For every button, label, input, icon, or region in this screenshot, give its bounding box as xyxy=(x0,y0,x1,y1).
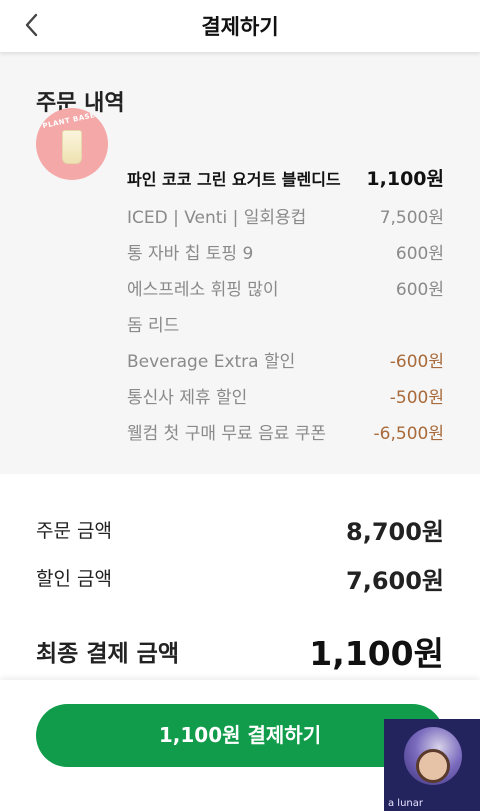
discount-amount: -6,500원 xyxy=(373,424,444,444)
option-row: ICED | Venti | 일회용컵 7,500원 xyxy=(127,203,444,228)
discount-row: Beverage Extra 할인 -600원 xyxy=(127,347,444,372)
discount-label: 웰컴 첫 구매 무료 음료 쿠폰 xyxy=(127,424,327,444)
product-name: 파인 코코 그린 요거트 블렌디드 xyxy=(127,170,341,189)
option-row: 돔 리드 xyxy=(127,311,444,336)
final-amount-value: 1,100원 xyxy=(309,634,444,673)
order-amount-label: 주문 금액 xyxy=(36,520,112,542)
watermark-text: a lunar xyxy=(388,798,423,809)
discount-row: 통신사 제휴 할인 -500원 xyxy=(127,383,444,408)
discount-amount-value: 7,600원 xyxy=(346,567,444,595)
discount-label: Beverage Extra 할인 xyxy=(127,352,296,372)
option-row: 에스프레소 휘핑 많이 600원 xyxy=(127,275,444,300)
option-row: 통 자바 칩 토핑 9 600원 xyxy=(127,239,444,264)
option-label: 돔 리드 xyxy=(127,316,180,336)
option-price: 7,500원 xyxy=(379,208,444,228)
option-price: 600원 xyxy=(395,244,444,264)
product-price: 1,100원 xyxy=(366,168,444,190)
watermark-logo: a lunar xyxy=(384,719,480,811)
discount-label: 통신사 제휴 할인 xyxy=(127,388,248,408)
option-label: 에스프레소 휘핑 많이 xyxy=(127,280,279,300)
discount-row: 웰컴 첫 구매 무료 음료 쿠폰 -6,500원 xyxy=(127,419,444,444)
discount-amount: -500원 xyxy=(389,388,444,408)
page-title: 결제하기 xyxy=(201,15,279,39)
top-app-bar: 결제하기 xyxy=(0,0,480,52)
discount-amount: -600원 xyxy=(389,352,444,372)
final-amount-label: 최종 결제 금액 xyxy=(36,641,179,667)
product-image: PLANT BASED xyxy=(36,108,108,180)
option-label: 통 자바 칩 토핑 9 xyxy=(127,244,254,264)
option-label: ICED | Venti | 일회용컵 xyxy=(127,208,307,228)
discount-amount-label: 할인 금액 xyxy=(36,568,112,590)
watermark-avatar-icon xyxy=(416,749,450,783)
option-price: 600원 xyxy=(395,280,444,300)
pay-button[interactable]: 1,100원 결제하기 xyxy=(36,704,444,767)
drink-cup-image xyxy=(62,130,82,164)
order-amount-value: 8,700원 xyxy=(346,518,444,546)
